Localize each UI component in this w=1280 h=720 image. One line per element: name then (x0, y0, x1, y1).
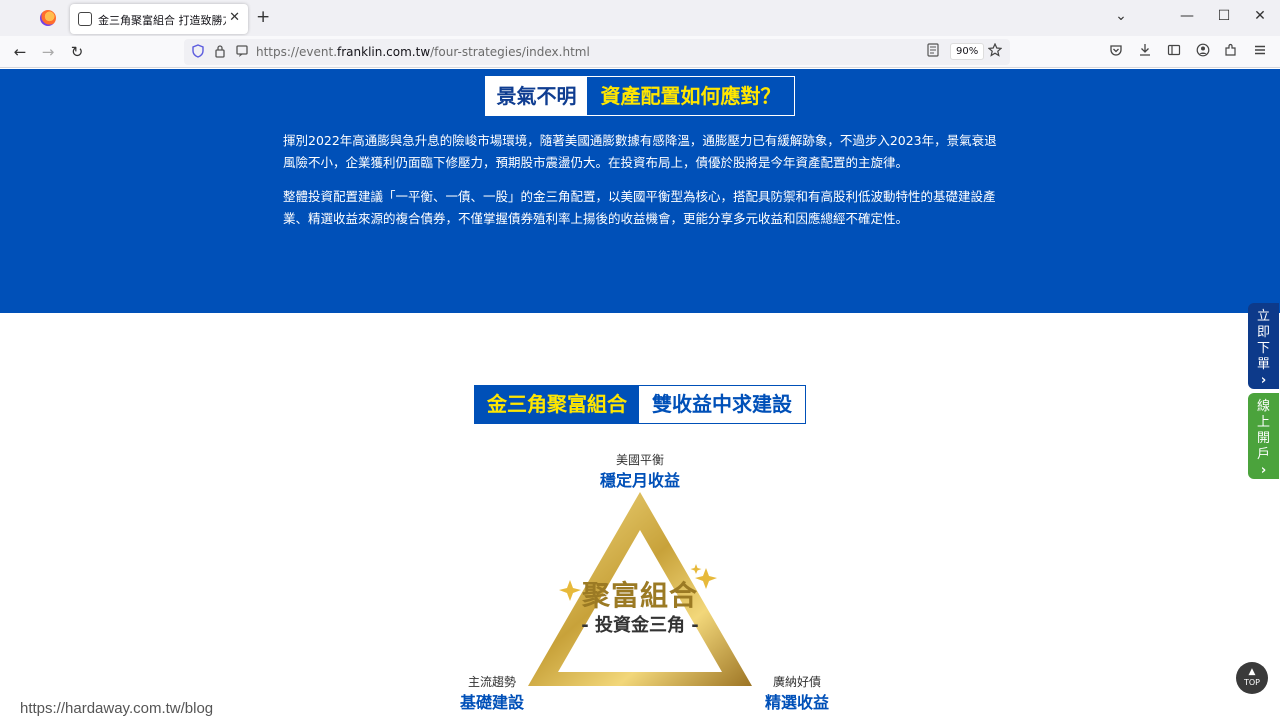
close-window-button[interactable]: ✕ (1250, 8, 1270, 24)
tab-favicon-icon (78, 12, 92, 26)
list-all-tabs-icon[interactable]: ⌄ (1111, 8, 1131, 24)
url-text[interactable]: https://event.franklin.com.tw/four-strat… (256, 45, 590, 59)
section-heading: 金三角聚富組合 雙收益中求建設 (474, 385, 806, 424)
navigation-toolbar: ← → ↻ https://event.franklin.com.tw/four… (0, 36, 1280, 68)
center-title: 聚富組合 (581, 579, 698, 612)
tab-strip: 金三角聚富組合 打造致勝方程式 ✕ + ⌄ — ☐ ✕ (0, 0, 1280, 36)
back-to-top-button[interactable]: ▲ TOP (1236, 662, 1268, 694)
chevron-right-icon: › (1260, 463, 1267, 478)
tab-active[interactable]: 金三角聚富組合 打造致勝方程式 ✕ (70, 4, 248, 34)
hero-heading: 景氣不明 資產配置如何應對？ (485, 76, 795, 116)
url-bar[interactable]: https://event.franklin.com.tw/four-strat… (184, 39, 1010, 65)
sidebar-icon[interactable] (1165, 43, 1183, 61)
hero-heading-left: 景氣不明 (486, 77, 587, 115)
extensions-icon[interactable] (1222, 43, 1240, 61)
section-heading-left: 金三角聚富組合 (475, 386, 639, 423)
arrow-up-icon: ▲ (1248, 667, 1256, 677)
center-subtitle: - 投資金三角 - (581, 615, 699, 636)
hero-paragraph-2: 整體投資配置建議「一平衡、一債、一股」的金三角配置，以美國平衡型為核心，搭配具防… (283, 189, 996, 226)
lock-icon[interactable] (212, 44, 228, 60)
minimize-button[interactable]: — (1177, 8, 1197, 24)
tracking-protection-shield-icon[interactable] (190, 44, 206, 60)
vertex-right-title: 精選收益 (764, 693, 829, 712)
top-label: TOP (1243, 678, 1260, 687)
reader-view-icon[interactable] (924, 43, 942, 61)
open-account-button[interactable]: 線上開戶 › (1248, 393, 1279, 479)
hero-paragraph-1: 揮別2022年高通膨與急升息的險峻市場環境，隨著美國通膨數據有感降溫，通膨壓力已… (283, 133, 997, 170)
downloads-icon[interactable] (1136, 43, 1154, 61)
back-button[interactable]: ← (10, 42, 30, 62)
tab-title: 金三角聚富組合 打造致勝方程式 (98, 14, 226, 27)
permissions-icon[interactable] (234, 44, 250, 60)
account-icon[interactable] (1194, 43, 1212, 61)
forward-button[interactable]: → (38, 42, 58, 62)
new-tab-button[interactable]: + (256, 8, 270, 26)
hero-heading-right: 資產配置如何應對？ (600, 84, 781, 108)
watermark-text: https://hardaway.com.tw/blog (20, 700, 214, 717)
vertex-left-title: 基礎建設 (459, 693, 524, 712)
maximize-button[interactable]: ☐ (1214, 8, 1234, 24)
vertex-top-label: 美國平衡 (615, 453, 664, 467)
section-heading-right: 雙收益中求建設 (639, 386, 805, 423)
vertex-right-label: 廣納好債 (772, 675, 821, 689)
chevron-right-icon: › (1260, 373, 1267, 388)
tab-close-icon[interactable]: ✕ (229, 10, 240, 25)
bookmark-star-icon[interactable] (986, 42, 1004, 61)
zoom-indicator[interactable]: 90% (950, 43, 985, 60)
menu-hamburger-icon[interactable] (1251, 43, 1269, 61)
vertex-left-label: 主流趨勢 (467, 675, 516, 689)
pocket-icon[interactable] (1107, 43, 1125, 61)
order-now-button[interactable]: 立即下單 › (1248, 303, 1279, 389)
firefox-logo-icon[interactable] (40, 10, 56, 26)
reload-button[interactable]: ↻ (67, 42, 87, 62)
